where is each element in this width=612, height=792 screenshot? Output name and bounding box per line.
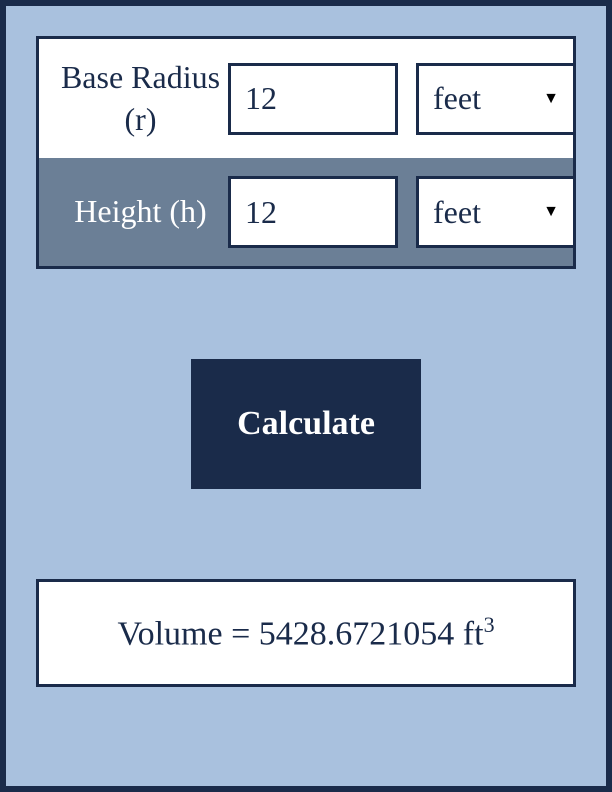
height-row: Height (h) feet ▼ bbox=[39, 158, 573, 266]
calculator-container: Base Radius (r) feet ▼ Height (h) feet ▼… bbox=[0, 0, 612, 792]
height-label: Height (h) bbox=[53, 191, 228, 233]
result-box: Volume = 5428.6721054 ft3 bbox=[36, 579, 576, 686]
height-input[interactable] bbox=[228, 176, 398, 248]
result-exponent: 3 bbox=[484, 612, 495, 637]
chevron-down-icon: ▼ bbox=[543, 90, 559, 108]
result-prefix: Volume = bbox=[117, 616, 258, 653]
inputs-table: Base Radius (r) feet ▼ Height (h) feet ▼ bbox=[36, 36, 576, 269]
result-value: 5428.6721054 bbox=[259, 616, 455, 653]
radius-row: Base Radius (r) feet ▼ bbox=[39, 39, 573, 158]
height-unit-value: feet bbox=[433, 194, 481, 231]
radius-input[interactable] bbox=[228, 63, 398, 135]
radius-unit-select[interactable]: feet ▼ bbox=[416, 63, 576, 135]
radius-label: Base Radius (r) bbox=[53, 57, 228, 140]
radius-unit-value: feet bbox=[433, 80, 481, 117]
calculate-button[interactable]: Calculate bbox=[191, 359, 421, 489]
chevron-down-icon: ▼ bbox=[543, 203, 559, 221]
height-unit-select[interactable]: feet ▼ bbox=[416, 176, 576, 248]
result-unit: ft bbox=[454, 616, 483, 653]
